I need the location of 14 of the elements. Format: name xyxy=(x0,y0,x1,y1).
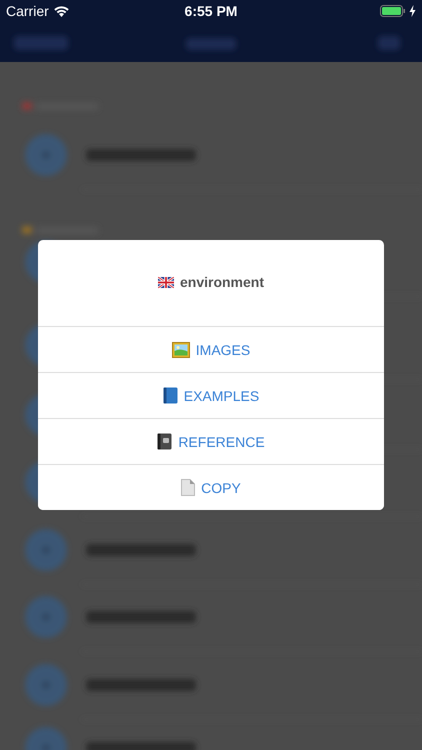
flag-icon xyxy=(158,276,174,288)
wifi-icon xyxy=(54,6,69,16)
framed-picture-icon xyxy=(172,342,190,358)
document-icon xyxy=(181,479,196,496)
battery-icon xyxy=(380,5,406,17)
book-icon xyxy=(162,387,178,404)
charging-bolt-icon xyxy=(408,5,416,17)
blurred-nav-title xyxy=(186,38,236,50)
notebook-icon xyxy=(157,433,172,450)
clock-time: 6:55 PM xyxy=(184,3,238,19)
carrier-label: Carrier xyxy=(6,3,49,19)
dialog-title: environment xyxy=(180,274,264,290)
blurred-back-button[interactable] xyxy=(14,36,68,50)
blurred-nav-button[interactable] xyxy=(378,36,400,50)
